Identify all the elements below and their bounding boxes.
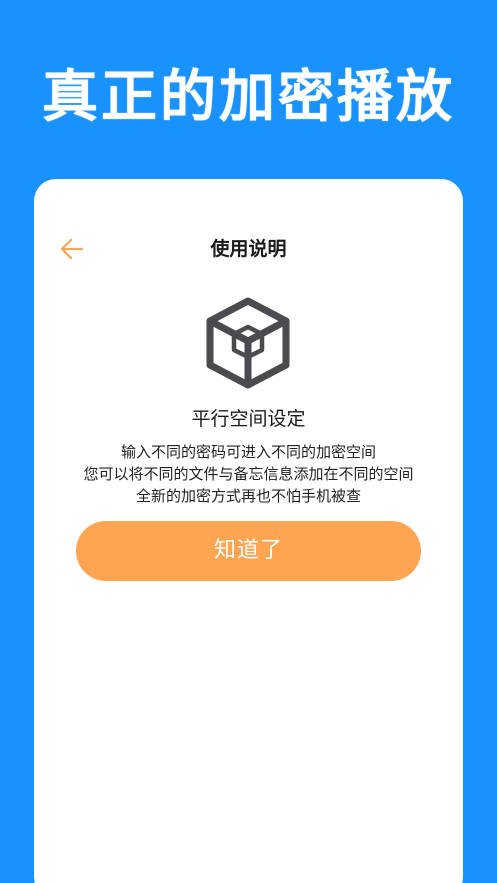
description-line: 输入不同的密码可进入不同的加密空间 bbox=[120, 443, 376, 461]
section-title: 平行空间设定 bbox=[191, 408, 306, 430]
description-line: 全新的加密方式再也不怕手机被查 bbox=[135, 487, 361, 505]
cube-icon bbox=[206, 297, 290, 389]
page-title: 使用说明 bbox=[210, 238, 287, 260]
instructions-card: 使用说明 平行空间设定 输入不同的密码可进入不同的加密空间 您可以将不同的文件与… bbox=[34, 179, 463, 883]
description-line: 您可以将不同的文件与备忘信息添加在不同的空间 bbox=[83, 465, 414, 483]
got-it-button[interactable]: 知道了 bbox=[76, 521, 421, 581]
promo-title: 真正的加密播放 bbox=[42, 65, 455, 130]
description: 输入不同的密码可进入不同的加密空间 您可以将不同的文件与备忘信息添加在不同的空间… bbox=[34, 441, 463, 507]
